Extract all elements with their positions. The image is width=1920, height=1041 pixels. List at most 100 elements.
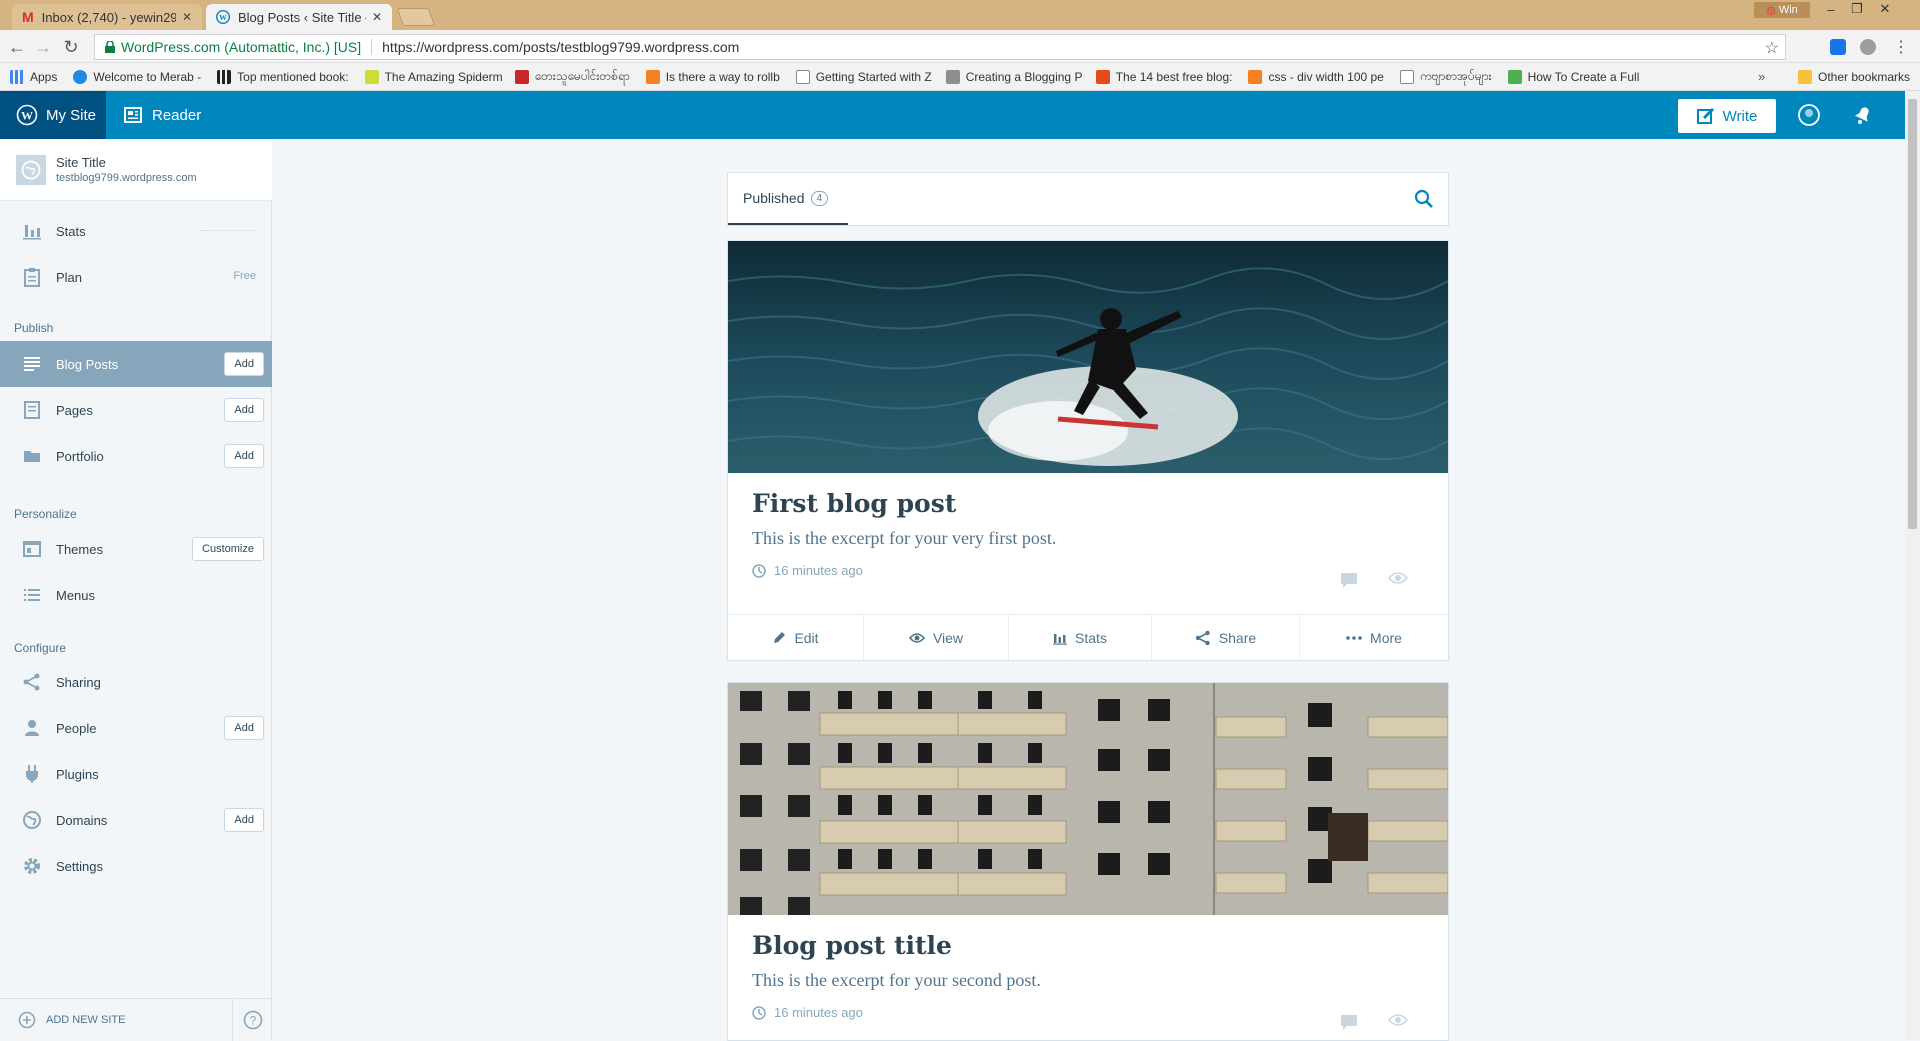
reload-icon[interactable]: ↻ xyxy=(60,36,82,58)
eye-icon[interactable] xyxy=(1388,571,1408,589)
extension-icon[interactable] xyxy=(1860,39,1876,55)
bookmarks-overflow-chevron[interactable]: » xyxy=(1758,69,1765,84)
sidebar-item-settings[interactable]: Settings xyxy=(0,843,272,889)
customize-button[interactable]: Customize xyxy=(192,537,264,561)
featured-image[interactable] xyxy=(728,683,1448,915)
more-button[interactable]: More xyxy=(1300,615,1448,660)
bookmark-label: Other bookmarks xyxy=(1818,70,1911,84)
reader-icon xyxy=(124,107,142,123)
bookmark-apps[interactable]: Apps xyxy=(0,69,65,84)
sidebar-item-menus[interactable]: Menus xyxy=(0,572,272,618)
help-button[interactable]: ? xyxy=(232,998,272,1041)
add-portfolio-button[interactable]: Add xyxy=(224,444,264,468)
add-page-button[interactable]: Add xyxy=(224,398,264,422)
browser-tab-strip: M Inbox (2,740) - yewin290 ✕ W Blog Post… xyxy=(0,0,1920,30)
sidebar-item-blog-posts[interactable]: Blog Posts Add xyxy=(0,341,272,387)
sidebar-item-plugins[interactable]: Plugins xyxy=(0,751,272,797)
person-icon xyxy=(22,718,42,738)
bookmark-item[interactable]: ကဗျာစာအုပ်များ xyxy=(1392,68,1500,86)
restore-button[interactable]: ❐ xyxy=(1844,0,1870,18)
bookmark-item[interactable]: Top mentioned book: xyxy=(209,69,356,84)
browser-tab-blog-posts[interactable]: W Blog Posts ‹ Site Title — ✕ xyxy=(206,4,392,30)
bookmark-item[interactable]: တေးသူမေပါင်းတစ်ရာ xyxy=(507,68,638,86)
document-icon xyxy=(1399,69,1414,84)
share-button[interactable]: Share xyxy=(1152,615,1300,660)
sidebar-item-portfolio[interactable]: Portfolio Add xyxy=(0,433,272,479)
site-title: Site Title xyxy=(56,155,106,170)
bookmark-item[interactable]: Welcome to Merab - xyxy=(65,69,209,84)
search-icon[interactable] xyxy=(1414,189,1434,209)
svg-text:?: ? xyxy=(249,1013,256,1027)
edit-button[interactable]: Edit xyxy=(728,615,864,660)
write-button[interactable]: Write xyxy=(1678,99,1776,133)
sidebar-item-stats[interactable]: Stats xyxy=(0,208,272,254)
sidebar-item-pages[interactable]: Pages Add xyxy=(0,387,272,433)
add-domain-button[interactable]: Add xyxy=(224,808,264,832)
site-globe-icon xyxy=(16,154,46,185)
site-card[interactable]: Site Title testblog9799.wordpress.com xyxy=(0,139,272,201)
sidebar-item-themes[interactable]: Themes Customize xyxy=(0,526,272,572)
close-icon[interactable]: ✕ xyxy=(182,10,192,24)
gear-icon xyxy=(22,856,42,876)
sidebar-item-sharing[interactable]: Sharing xyxy=(0,659,272,705)
extension-icon[interactable] xyxy=(1830,39,1846,55)
sidebar-footer: ADD NEW SITE ? xyxy=(0,998,272,1041)
bookmark-item[interactable]: The Amazing Spiderm xyxy=(357,69,507,84)
bookmark-star-icon[interactable]: ☆ xyxy=(1765,38,1779,58)
comment-icon[interactable] xyxy=(1340,571,1358,589)
bookmark-label: ကဗျာစာအုပ်များ xyxy=(1419,68,1492,83)
eye-icon xyxy=(908,632,925,644)
view-button[interactable]: View xyxy=(864,615,1009,660)
reader-button[interactable]: Reader xyxy=(124,91,201,139)
sidebar-item-plan[interactable]: Plan Free xyxy=(0,254,272,300)
bookmark-item[interactable]: Is there a way to rollb xyxy=(638,69,788,84)
notifications-bell-icon[interactable] xyxy=(1852,104,1874,126)
bookmark-item[interactable]: How To Create a Full xyxy=(1500,69,1648,84)
sidebar-item-people[interactable]: People Add xyxy=(0,705,272,751)
gmail-icon: M xyxy=(22,9,34,25)
other-bookmarks[interactable]: Other bookmarks xyxy=(1790,63,1918,91)
add-new-site-button[interactable]: ADD NEW SITE xyxy=(0,999,232,1041)
scrollbar-thumb[interactable] xyxy=(1908,99,1917,529)
close-icon[interactable]: ✕ xyxy=(372,10,382,24)
address-bar[interactable]: WordPress.com (Automattic, Inc.) [US] ht… xyxy=(94,34,1786,60)
url-text: https://wordpress.com/posts/testblog9799… xyxy=(382,39,740,55)
add-people-button[interactable]: Add xyxy=(224,716,264,740)
stack-favicon-icon xyxy=(645,69,660,84)
bookmark-item[interactable]: Creating a Blogging P xyxy=(938,69,1088,84)
share-icon xyxy=(22,672,42,692)
document-icon xyxy=(795,69,810,84)
sidebar-item-label: People xyxy=(56,720,97,736)
featured-image[interactable] xyxy=(728,241,1448,473)
browser-tab-gmail[interactable]: M Inbox (2,740) - yewin290 ✕ xyxy=(12,4,202,30)
post-title[interactable]: Blog post title xyxy=(752,931,1448,960)
post-title[interactable]: First blog post xyxy=(752,489,1448,518)
stats-button[interactable]: Stats xyxy=(1009,615,1152,660)
my-site-button[interactable]: W My Site xyxy=(0,91,106,139)
svg-text:W: W xyxy=(219,13,227,22)
menu-kebab-icon[interactable]: ⋮ xyxy=(1890,36,1912,58)
bookmark-item[interactable]: The 14 best free blog: xyxy=(1088,69,1241,84)
sidebar-item-domains[interactable]: Domains Add xyxy=(0,797,272,843)
tab-published[interactable]: Published 4 xyxy=(728,173,848,225)
post-stat-icons xyxy=(1340,1013,1408,1031)
profile-badge[interactable]: ◍ Win xyxy=(1754,2,1810,18)
page-scrollbar[interactable] xyxy=(1905,91,1920,1040)
minimize-button[interactable]: – xyxy=(1818,0,1844,18)
browser-toolbar: ← → ↻ WordPress.com (Automattic, Inc.) [… xyxy=(0,30,1920,63)
tab-title: Blog Posts ‹ Site Title — xyxy=(238,9,366,25)
back-icon[interactable]: ← xyxy=(6,36,28,58)
avatar[interactable] xyxy=(1798,104,1820,126)
bookmark-item[interactable]: css - div width 100 pe xyxy=(1240,69,1391,84)
eye-icon[interactable] xyxy=(1388,1013,1408,1031)
forward-icon[interactable]: → xyxy=(32,36,54,58)
lock-icon xyxy=(105,41,115,53)
window-close-button[interactable]: ✕ xyxy=(1872,0,1898,18)
bookmark-item[interactable]: Getting Started with Z xyxy=(788,69,938,84)
p-favicon-icon xyxy=(514,69,529,84)
site-favicon-icon xyxy=(73,69,88,84)
bookmark-label: The Amazing Spiderm xyxy=(384,69,503,84)
new-tab-button[interactable] xyxy=(396,8,436,26)
add-blog-post-button[interactable]: Add xyxy=(224,352,264,376)
comment-icon[interactable] xyxy=(1340,1013,1358,1031)
